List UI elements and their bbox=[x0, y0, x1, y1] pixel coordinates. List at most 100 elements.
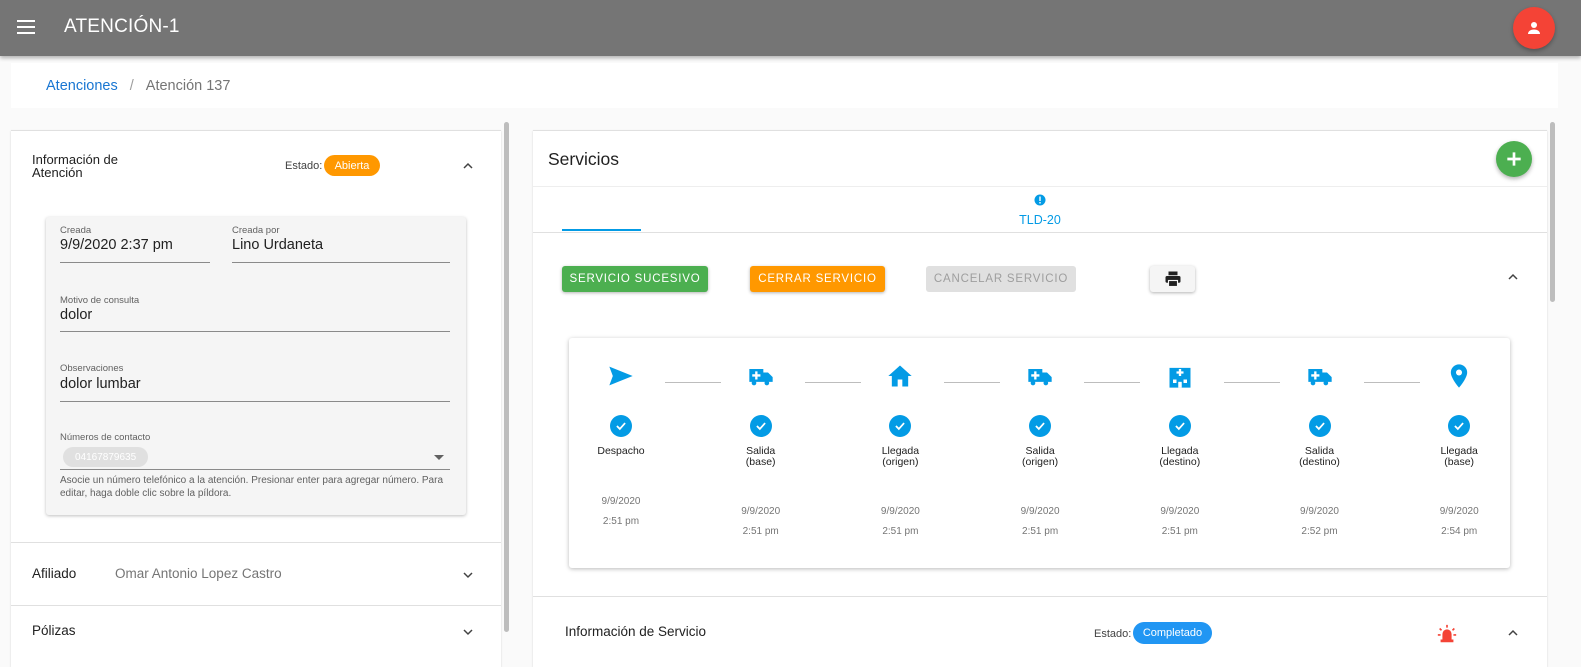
breadcrumb: Atenciones / Atención 137 bbox=[11, 63, 1558, 108]
breadcrumb-separator: / bbox=[129, 77, 134, 94]
observaciones-underline bbox=[60, 401, 450, 402]
attention-status-label: Estado: bbox=[285, 160, 323, 172]
chevron-up-icon[interactable] bbox=[1505, 625, 1521, 641]
hospital-icon bbox=[1169, 367, 1191, 388]
service-step: Llegada (destino) 9/9/2020 2:51 pm bbox=[1130, 338, 1230, 568]
step-time: 2:51 pm bbox=[1161, 526, 1198, 537]
service-status-label: Estado: bbox=[1094, 628, 1132, 640]
breadcrumb-current: Atención 137 bbox=[145, 77, 231, 94]
creada-label: Creada bbox=[60, 225, 92, 236]
afiliado-label: Afiliado bbox=[32, 566, 77, 581]
chevron-down-icon[interactable] bbox=[460, 624, 476, 640]
contact-number-chip[interactable]: 04167879635 bbox=[63, 447, 149, 467]
tab-tld-20[interactable]: TLD-20 bbox=[1003, 193, 1077, 227]
ambulance-icon bbox=[1028, 369, 1052, 386]
contactos-helper-text: Asocie un número telefónico a la atenció… bbox=[60, 475, 444, 499]
chevron-up-icon[interactable] bbox=[1505, 269, 1521, 285]
service-step: Despacho 9/9/2020 2:51 pm bbox=[571, 338, 671, 568]
service-tabs: TLD-20 bbox=[533, 186, 1547, 233]
send-icon bbox=[609, 366, 633, 386]
step-label: Salida (destino) bbox=[1299, 445, 1340, 468]
plus-icon bbox=[1507, 152, 1521, 166]
step-label: Despacho bbox=[597, 445, 645, 457]
observaciones-label: Observaciones bbox=[60, 363, 124, 374]
attention-info-card: Creada 9/9/2020 2:37 pm Creada por Lino … bbox=[46, 217, 466, 515]
motivo-label: Motivo de consulta bbox=[60, 295, 140, 306]
print-button[interactable] bbox=[1150, 266, 1195, 292]
afiliado-value: Omar Antonio Lopez Castro bbox=[115, 566, 282, 581]
step-label: Llegada (origen) bbox=[881, 445, 920, 468]
observaciones-input[interactable]: dolor lumbar bbox=[60, 376, 141, 392]
chevron-up-icon[interactable] bbox=[460, 158, 476, 174]
right-scrollbar[interactable] bbox=[1550, 122, 1555, 302]
tab-active-indicator bbox=[562, 229, 641, 231]
service-step: Llegada (origen) 9/9/2020 2:51 pm bbox=[850, 338, 950, 568]
step-time: 2:51 pm bbox=[1022, 526, 1059, 537]
step-time: 2:54 pm bbox=[1441, 526, 1478, 537]
contactos-underline bbox=[60, 469, 450, 470]
siren-icon[interactable] bbox=[1436, 623, 1458, 645]
creada-por-label: Creada por bbox=[232, 225, 280, 236]
step-time: 2:51 pm bbox=[602, 516, 640, 527]
step-time: 2:51 pm bbox=[742, 526, 779, 537]
motivo-underline bbox=[60, 331, 450, 332]
step-date: 9/9/2020 bbox=[1020, 506, 1060, 517]
creada-por-underline bbox=[232, 262, 450, 263]
check-circle-icon bbox=[1308, 415, 1331, 437]
user-avatar-button[interactable] bbox=[1513, 7, 1555, 49]
polizas-section[interactable]: Pólizas bbox=[11, 605, 501, 667]
step-date: 9/9/2020 bbox=[880, 506, 920, 517]
step-date: 9/9/2020 bbox=[741, 506, 781, 517]
add-service-button[interactable] bbox=[1496, 141, 1532, 177]
check-circle-icon bbox=[1448, 415, 1471, 437]
step-label: Salida (base) bbox=[745, 445, 776, 468]
ambulance-icon bbox=[749, 369, 773, 386]
polizas-label: Pólizas bbox=[32, 623, 76, 638]
service-steps-card: Despacho 9/9/2020 2:51 pm Salida (base) 9/9/2… bbox=[569, 338, 1510, 568]
attention-status-badge: Abierta bbox=[324, 155, 380, 176]
ambulance-icon bbox=[1307, 369, 1332, 386]
app-title: ATENCIÓN-1 bbox=[64, 16, 180, 37]
service-info-title: Información de Servicio bbox=[565, 624, 707, 639]
step-date: 9/9/2020 bbox=[601, 496, 641, 507]
step-time: 2:51 pm bbox=[882, 526, 919, 537]
contactos-label: Números de contacto bbox=[60, 432, 151, 443]
service-step: Salida (destino) 9/9/2020 2:52 pm bbox=[1270, 338, 1370, 568]
service-step: Salida (origen) 9/9/2020 2:51 pm bbox=[990, 338, 1090, 568]
chevron-down-icon[interactable] bbox=[460, 567, 476, 583]
service-status-badge: Completado bbox=[1133, 622, 1212, 644]
attention-info-title: Información de Atención bbox=[32, 152, 118, 180]
location-pin-icon bbox=[1451, 364, 1468, 388]
alert-icon bbox=[1034, 194, 1046, 206]
services-panel: Servicios TLD-20 SERVICIO SUCESIVO CERRA… bbox=[533, 130, 1547, 667]
person-icon bbox=[1528, 22, 1540, 34]
step-label: Llegada (destino) bbox=[1159, 445, 1201, 468]
check-circle-icon bbox=[1029, 415, 1052, 437]
service-step: Salida (base) 9/9/2020 2:51 pm bbox=[711, 338, 811, 568]
creada-underline bbox=[60, 262, 210, 263]
printer-icon bbox=[1165, 271, 1180, 288]
step-date: 9/9/2020 bbox=[1300, 506, 1339, 517]
menu-icon[interactable] bbox=[14, 16, 38, 40]
app-bar: ATENCIÓN-1 bbox=[0, 0, 1581, 56]
check-circle-icon bbox=[610, 415, 632, 437]
cancelar-servicio-button[interactable]: CANCELAR SERVICIO bbox=[926, 266, 1076, 292]
services-title: Servicios bbox=[548, 149, 619, 169]
step-label: Salida (origen) bbox=[1022, 445, 1059, 468]
attention-panel: Información de Atención Estado: Abierta … bbox=[11, 130, 501, 667]
left-scrollbar[interactable] bbox=[504, 122, 509, 632]
motivo-input[interactable]: dolor bbox=[60, 307, 92, 323]
check-circle-icon bbox=[889, 415, 912, 437]
breadcrumb-atenciones-link[interactable]: Atenciones bbox=[46, 78, 118, 94]
service-step: Llegada (base) 9/9/2020 2:54 pm bbox=[1409, 338, 1509, 568]
cerrar-servicio-button[interactable]: CERRAR SERVICIO bbox=[750, 266, 885, 292]
afiliado-section[interactable]: Afiliado Omar Antonio Lopez Castro bbox=[11, 542, 501, 604]
servicio-sucesivo-button[interactable]: SERVICIO SUCESIVO bbox=[562, 266, 708, 292]
step-time: 2:52 pm bbox=[1301, 526, 1338, 537]
tab-tld-label: TLD-20 bbox=[1019, 213, 1061, 227]
caret-down-icon[interactable] bbox=[434, 455, 444, 460]
service-info-section: Información de Servicio Estado: Completa… bbox=[533, 596, 1547, 667]
check-circle-icon bbox=[1168, 415, 1191, 437]
creada-por-value: Lino Urdaneta bbox=[232, 237, 324, 253]
check-circle-icon bbox=[749, 415, 772, 437]
